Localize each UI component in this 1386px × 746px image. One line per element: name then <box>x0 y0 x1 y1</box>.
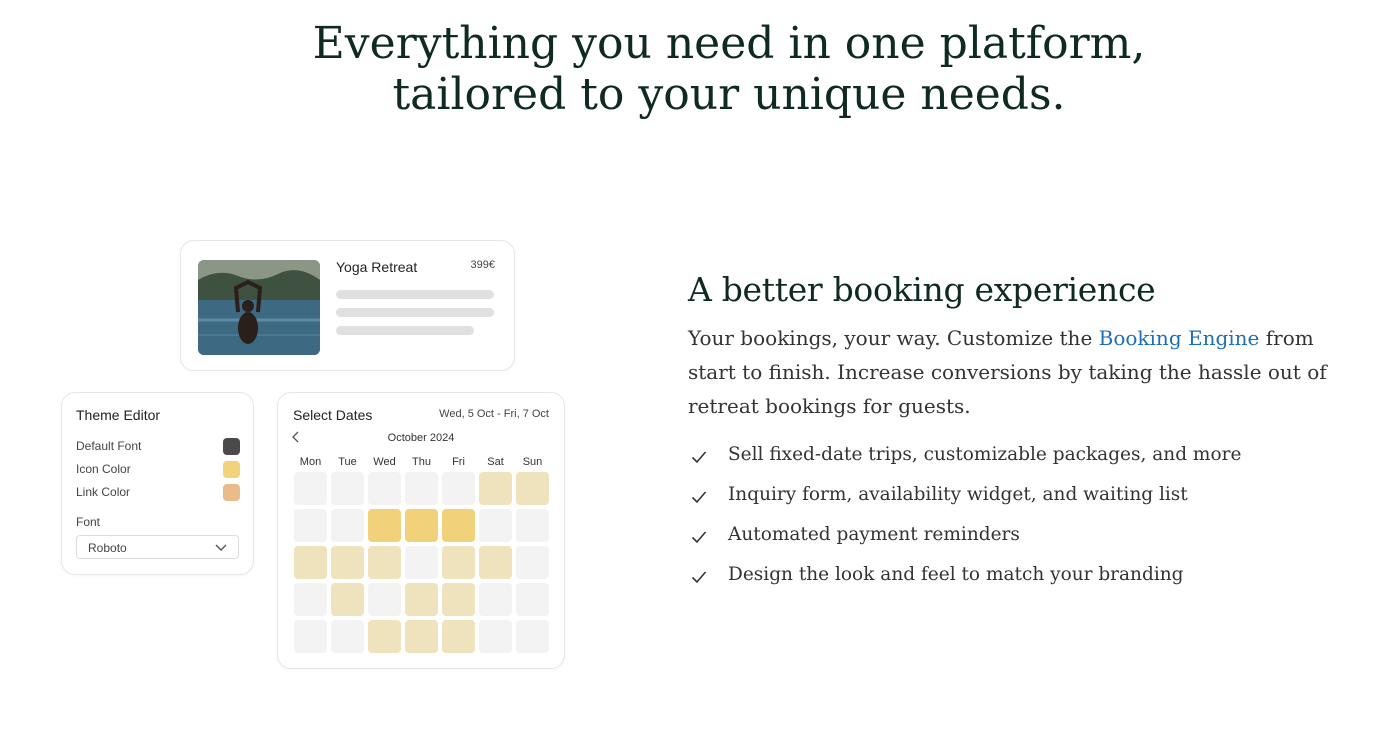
link-color-label: Link Color <box>76 485 131 499</box>
calendar-day[interactable] <box>516 620 549 653</box>
calendar-day[interactable] <box>294 583 327 616</box>
calendar-title: Select Dates <box>293 407 373 423</box>
calendar-day-available[interactable] <box>442 583 475 616</box>
placeholder-line <box>336 290 494 299</box>
calendar-day[interactable] <box>479 620 512 653</box>
calendar-day-selected[interactable] <box>405 509 438 542</box>
weekday-label: Sat <box>487 456 504 468</box>
font-select-value: Roboto <box>88 541 127 555</box>
feature-description: Your bookings, your way. Customize the B… <box>688 321 1348 423</box>
calendar-day[interactable] <box>331 472 364 505</box>
calendar-day-available[interactable] <box>331 583 364 616</box>
yoga-retreat-price: 399€ <box>470 259 495 271</box>
calendar-day-available[interactable] <box>368 546 401 579</box>
calendar-day-available[interactable] <box>331 546 364 579</box>
placeholder-line <box>336 326 474 335</box>
yoga-retreat-title: Yoga Retreat <box>336 259 418 275</box>
chevron-down-icon <box>215 544 227 551</box>
calendar-day[interactable] <box>368 472 401 505</box>
check-icon <box>691 451 707 464</box>
calendar-day[interactable] <box>331 509 364 542</box>
weekday-label: Mon <box>299 456 322 468</box>
font-label: Font <box>76 515 101 529</box>
feature-item-text: Design the look and feel to match your b… <box>728 564 1184 585</box>
link-color-swatch[interactable] <box>223 484 240 501</box>
calendar-day[interactable] <box>442 472 475 505</box>
yoga-retreat-card: Yoga Retreat 399€ <box>180 240 515 371</box>
calendar-day[interactable] <box>405 472 438 505</box>
feature-desc-text: Your bookings, your way. Customize the <box>688 326 1099 350</box>
default-font-label: Default Font <box>76 439 142 453</box>
calendar-day[interactable] <box>516 546 549 579</box>
calendar-day-available[interactable] <box>479 546 512 579</box>
booking-engine-link[interactable]: Booking Engine <box>1099 326 1260 350</box>
calendar-day[interactable] <box>294 472 327 505</box>
calendar-selected-range: Wed, 5 Oct - Fri, 7 Oct <box>439 408 549 420</box>
check-icon <box>691 491 707 504</box>
theme-editor-title: Theme Editor <box>76 407 161 423</box>
calendar-day-selected[interactable] <box>368 509 401 542</box>
calendar-day-available[interactable] <box>294 546 327 579</box>
calendar-day[interactable] <box>479 583 512 616</box>
calendar-day-available[interactable] <box>405 583 438 616</box>
calendar-day[interactable] <box>516 583 549 616</box>
calendar-day-selected[interactable] <box>442 509 475 542</box>
feature-item-text: Automated payment reminders <box>728 524 1020 545</box>
calendar-day[interactable] <box>405 546 438 579</box>
default-font-swatch[interactable] <box>223 438 240 455</box>
placeholder-line <box>336 308 494 317</box>
calendar-day[interactable] <box>331 620 364 653</box>
feature-item-text: Inquiry form, availability widget, and w… <box>728 484 1188 505</box>
icon-color-swatch[interactable] <box>223 461 240 478</box>
icon-color-label: Icon Color <box>76 462 131 476</box>
calendar-day[interactable] <box>294 620 327 653</box>
calendar-day[interactable] <box>479 509 512 542</box>
calendar-day-available[interactable] <box>442 546 475 579</box>
calendar-day-available[interactable] <box>368 620 401 653</box>
check-icon <box>691 571 707 584</box>
hero-title-line1: Everything you need in one platform, <box>312 18 1146 69</box>
feature-heading: A better booking experience <box>688 270 1156 309</box>
calendar-day-available[interactable] <box>516 472 549 505</box>
calendar-day-available[interactable] <box>479 472 512 505</box>
calendar-day[interactable] <box>294 509 327 542</box>
calendar-month: October 2024 <box>387 432 455 444</box>
feature-item-text: Sell fixed-date trips, customizable pack… <box>728 444 1242 465</box>
select-dates-card: Select Dates Wed, 5 Oct - Fri, 7 Oct Oct… <box>277 392 565 669</box>
theme-editor-card: Theme Editor Default Font Icon Color Lin… <box>61 392 254 575</box>
weekday-label: Thu <box>412 456 431 468</box>
calendar-day[interactable] <box>516 509 549 542</box>
yoga-retreat-photo <box>198 260 320 355</box>
calendar-day-available[interactable] <box>442 620 475 653</box>
weekday-label: Sun <box>522 456 543 468</box>
hero-title-line2: tailored to your unique needs. <box>392 69 1066 120</box>
calendar-day[interactable] <box>368 583 401 616</box>
check-icon <box>691 531 707 544</box>
weekday-label: Fri <box>452 456 465 468</box>
hero-title: Everything you need in one platform, tai… <box>0 18 1386 120</box>
weekday-label: Tue <box>338 456 357 468</box>
calendar-day-available[interactable] <box>405 620 438 653</box>
weekday-label: Wed <box>373 456 396 468</box>
font-select[interactable]: Roboto <box>76 535 239 559</box>
